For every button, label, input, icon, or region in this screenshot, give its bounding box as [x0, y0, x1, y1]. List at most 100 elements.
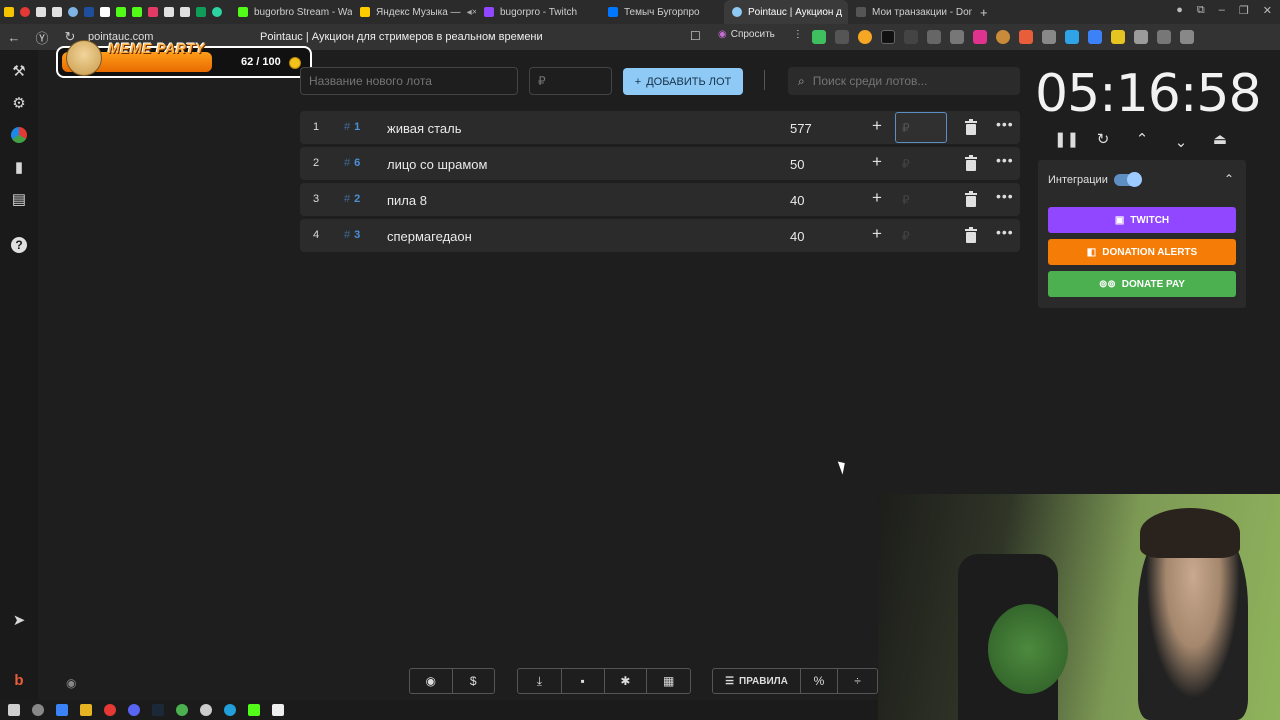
download-icon[interactable]: [1180, 30, 1194, 44]
taskbar-app-icon[interactable]: [176, 704, 188, 716]
twitch-button[interactable]: ▣ TWITCH: [1048, 207, 1236, 233]
clear-lots-icon[interactable]: ▦: [647, 669, 690, 693]
cookie-extension-icon[interactable]: [996, 30, 1010, 44]
wheel-icon[interactable]: [11, 127, 27, 143]
taskbar-app-icon[interactable]: [272, 704, 284, 716]
restart-icon[interactable]: ↻: [1093, 130, 1113, 150]
add-amount-button[interactable]: +: [872, 224, 882, 244]
browser-tab-active[interactable]: Pointauc | Аукцион д ×: [724, 0, 848, 24]
add-amount-button[interactable]: +: [872, 188, 882, 208]
lot-name[interactable]: лицо со шрамом: [387, 157, 487, 172]
gear-icon[interactable]: ⚙: [10, 95, 28, 113]
pause-icon[interactable]: ❚❚: [1054, 130, 1079, 150]
integrations-toggle[interactable]: [1114, 172, 1142, 187]
pinned-tab-icon[interactable]: [4, 7, 14, 17]
amount-input[interactable]: ₽: [902, 229, 910, 243]
tab-search-icon[interactable]: ⧉: [1197, 4, 1205, 17]
new-lot-name-input[interactable]: [300, 67, 518, 95]
search-input[interactable]: [812, 74, 1003, 88]
donation-alerts-button[interactable]: ◧ DONATION ALERTS: [1048, 239, 1236, 265]
extension-icon[interactable]: [1065, 30, 1079, 44]
help-icon[interactable]: ?: [11, 237, 27, 253]
add-amount-button[interactable]: +: [872, 152, 882, 172]
pinned-tab-icon[interactable]: [196, 7, 206, 17]
pinned-tab-icon[interactable]: [84, 7, 94, 17]
github-icon[interactable]: ◉: [410, 669, 453, 693]
lot-name[interactable]: живая сталь: [387, 121, 462, 136]
pinned-tab-icon[interactable]: [180, 7, 190, 17]
pinned-tab-icon[interactable]: [148, 7, 158, 17]
increase-time-icon[interactable]: ⌃: [1132, 130, 1152, 150]
extension-icon[interactable]: [1111, 30, 1125, 44]
trash-icon[interactable]: [964, 155, 978, 171]
add-amount-button[interactable]: +: [872, 116, 882, 136]
rules-button[interactable]: ☰ ПРАВИЛА: [713, 669, 801, 693]
extension-icon[interactable]: [1019, 30, 1033, 44]
shield-extension-icon[interactable]: [812, 30, 826, 44]
extension-icon[interactable]: [1042, 30, 1056, 44]
pinned-tab-icon[interactable]: [212, 7, 222, 17]
trash-icon[interactable]: [964, 191, 978, 207]
profile-icon[interactable]: ●: [1176, 4, 1183, 17]
pinned-tab-icon[interactable]: [36, 7, 46, 17]
pinned-tab-icon[interactable]: [100, 7, 110, 17]
more-options-icon[interactable]: •••: [996, 224, 1014, 240]
extension-icon[interactable]: [881, 30, 895, 44]
decrease-time-icon[interactable]: ⌃: [1171, 130, 1191, 150]
extension-icon[interactable]: [973, 30, 987, 44]
more-options-icon[interactable]: •••: [996, 116, 1014, 132]
new-lot-price-input[interactable]: [529, 67, 612, 95]
donate-pay-button[interactable]: ⊚⊚ DONATE PAY: [1048, 271, 1236, 297]
amount-input[interactable]: ₽: [902, 193, 910, 207]
taskbar-app-icon[interactable]: [248, 704, 260, 716]
restore-icon[interactable]: ❐: [1239, 4, 1249, 17]
windows-start-icon[interactable]: [8, 704, 20, 716]
percent-icon[interactable]: %: [801, 669, 838, 693]
donate-icon[interactable]: $: [453, 669, 495, 693]
taskbar-app-icon[interactable]: [200, 704, 212, 716]
brand-logo-icon[interactable]: b: [10, 672, 28, 690]
lot-name[interactable]: спермагедаон: [387, 229, 472, 244]
lot-search[interactable]: ⌕: [788, 67, 1020, 95]
gavel-icon[interactable]: ⚒: [10, 63, 28, 81]
more-options-icon[interactable]: •••: [996, 188, 1014, 204]
pinned-tab-icon[interactable]: [164, 7, 174, 17]
discord-icon[interactable]: [128, 704, 140, 716]
pinned-tab-icon[interactable]: [68, 7, 78, 17]
search-icon[interactable]: [32, 704, 44, 716]
lock-extension-icon[interactable]: [904, 30, 918, 44]
extension-icon[interactable]: [950, 30, 964, 44]
glasses-extension-icon[interactable]: [927, 30, 941, 44]
close-window-icon[interactable]: ✕: [1263, 4, 1272, 17]
trash-icon[interactable]: [964, 227, 978, 243]
more-options-icon[interactable]: •••: [996, 152, 1014, 168]
extension-icon[interactable]: [835, 30, 849, 44]
extension-icon[interactable]: [1134, 30, 1148, 44]
telegram-icon[interactable]: [224, 704, 236, 716]
add-lot-button[interactable]: + ДОБАВИТЬ ЛОТ: [623, 68, 743, 95]
pinned-tab-icon[interactable]: [20, 7, 30, 17]
ask-button[interactable]: ◉ Спросить ⋮: [718, 29, 803, 40]
minimize-icon[interactable]: –: [1219, 4, 1225, 17]
lot-name[interactable]: пила 8: [387, 193, 427, 208]
pinned-tab-icon[interactable]: [132, 7, 142, 17]
folder-icon[interactable]: [80, 704, 92, 716]
split-icon[interactable]: ÷: [838, 669, 877, 693]
new-tab-icon[interactable]: +: [972, 5, 996, 20]
browser-tab[interactable]: Темыч Бугорпро: [600, 0, 724, 24]
pinned-tab-icon[interactable]: [52, 7, 62, 17]
save-icon[interactable]: ▪: [562, 669, 605, 693]
more-icon[interactable]: ⋮: [793, 29, 803, 40]
extensions-puzzle-icon[interactable]: [1157, 30, 1171, 44]
browser-tab[interactable]: bugorbro Stream - Wat: [230, 0, 352, 24]
yandex-icon[interactable]: Ⓨ: [28, 28, 56, 47]
yandex-browser-icon[interactable]: [104, 704, 116, 716]
trash-icon[interactable]: [964, 119, 978, 135]
bookmark-icon[interactable]: ☐: [690, 29, 701, 43]
extension-icon[interactable]: [1088, 30, 1102, 44]
back-icon[interactable]: ←: [0, 30, 28, 45]
chevron-up-icon[interactable]: ⌃: [1224, 172, 1234, 186]
browser-tab[interactable]: Мои транзакции - Dona: [848, 0, 972, 24]
bug-icon[interactable]: ✱: [605, 669, 648, 693]
download-icon[interactable]: ⤓: [518, 669, 562, 693]
